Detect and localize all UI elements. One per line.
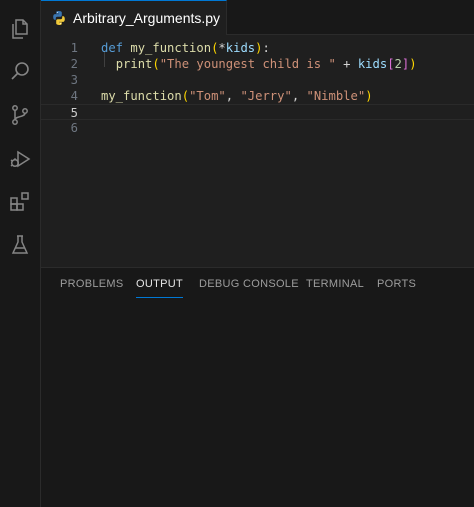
code-token: ) — [409, 57, 417, 71]
run-debug-icon[interactable] — [7, 146, 33, 172]
tab-filename: Arbitrary_Arguments.py — [73, 10, 221, 26]
line-number: 6 — [70, 121, 78, 135]
editor-tab[interactable]: Arbitrary_Arguments.py — [41, 0, 227, 35]
code-token: , — [291, 89, 307, 103]
activity-bar — [0, 0, 41, 507]
extensions-icon[interactable] — [7, 189, 33, 215]
code-token: kids — [357, 57, 388, 71]
code-token: "Jerry" — [240, 89, 292, 103]
code-text: my_function("Tom", "Jerry", "Nimble") — [101, 88, 373, 104]
tab-terminal[interactable]: TERMINAL — [306, 278, 364, 298]
code-text: print("The youngest child is " + kids[2]… — [101, 56, 417, 72]
line-number: 3 — [70, 73, 78, 87]
code-token: + — [335, 57, 358, 71]
code-token: print — [115, 57, 153, 71]
code-token: "The youngest child is " — [159, 57, 336, 71]
line-number: 1 — [70, 41, 78, 55]
search-icon[interactable] — [7, 58, 33, 84]
code-token: , — [225, 89, 241, 103]
code-token: ) — [365, 89, 373, 103]
code-token: ( — [181, 89, 190, 103]
code-line[interactable]: 1 def my_function(*kids): — [41, 40, 474, 56]
testing-icon[interactable] — [7, 232, 33, 258]
panel-tabs: PROBLEMS OUTPUT DEBUG CONSOLE TERMINAL P… — [41, 268, 474, 302]
code-token: "Nimble" — [306, 89, 366, 103]
code-token: def — [101, 41, 124, 55]
code-token: kids — [225, 41, 256, 55]
code-line[interactable]: 3 — [41, 72, 474, 88]
code-token: * — [218, 41, 226, 55]
tab-problems[interactable]: PROBLEMS — [60, 278, 124, 298]
code-token: [ — [387, 57, 395, 71]
code-token: my_function — [101, 89, 182, 103]
code-line[interactable]: 4 my_function("Tom", "Jerry", "Nimble") — [41, 88, 474, 104]
code-editor[interactable]: 1 def my_function(*kids): 2 print("The you… — [41, 35, 474, 267]
code-line[interactable]: 2 print("The youngest child is " + kids[… — [41, 56, 474, 72]
bottom-panel: PROBLEMS OUTPUT DEBUG CONSOLE TERMINAL P… — [41, 267, 474, 507]
code-token: 2 — [394, 57, 402, 71]
code-token: : — [262, 41, 270, 55]
code-token: my_function — [130, 41, 212, 55]
tab-debug-console[interactable]: DEBUG CONSOLE — [199, 278, 299, 298]
editor-tab-bar: Arbitrary_Arguments.py — [41, 0, 474, 35]
line-number: 2 — [70, 57, 78, 71]
tab-output[interactable]: OUTPUT — [136, 278, 184, 298]
source-control-icon[interactable] — [7, 102, 33, 128]
tab-ports[interactable]: PORTS — [377, 278, 416, 298]
line-number: 5 — [70, 106, 78, 120]
python-file-icon — [51, 10, 67, 26]
code-token: ( — [152, 57, 160, 71]
code-line[interactable]: 6 — [41, 120, 474, 136]
line-number: 4 — [70, 89, 78, 103]
code-line[interactable]: 5 — [41, 104, 474, 120]
explorer-icon[interactable] — [7, 16, 33, 42]
code-text: def my_function(*kids): — [101, 40, 270, 56]
code-token: "Tom" — [189, 89, 226, 103]
